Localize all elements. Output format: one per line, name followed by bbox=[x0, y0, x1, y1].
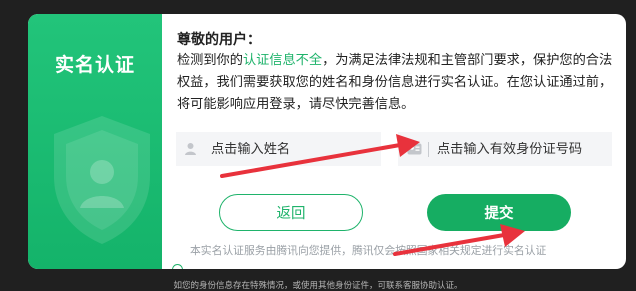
field-divider bbox=[428, 141, 429, 157]
submit-button[interactable]: 提交 bbox=[427, 194, 571, 231]
auth-description: 检测到你的认证信息不全，为满足法律法规和主管部门要求，保护您的合法权益，我们需要… bbox=[177, 50, 615, 116]
shield-user-icon bbox=[54, 116, 150, 244]
desc-prefix: 检测到你的 bbox=[177, 53, 243, 68]
id-number-input[interactable] bbox=[437, 141, 607, 157]
id-card-icon bbox=[406, 141, 422, 157]
name-input[interactable] bbox=[211, 141, 381, 157]
person-icon bbox=[184, 141, 197, 157]
id-field[interactable] bbox=[398, 132, 612, 166]
dialog-content: 尊敬的用户： 检测到你的认证信息不全，为满足法律法规和主管部门要求，保护您的合法… bbox=[162, 14, 626, 269]
dialog-side-panel: 实名认证 bbox=[28, 14, 162, 269]
name-field[interactable] bbox=[176, 132, 381, 166]
desc-highlight: 认证信息不全 bbox=[242, 53, 323, 68]
service-notice: 本实名认证服务由腾讯向您提供，腾讯仅会按照国家相关规定进行实名认证 bbox=[190, 244, 547, 257]
agreement-checkbox[interactable] bbox=[172, 264, 183, 269]
real-name-auth-dialog: 实名认证 尊敬的用户： 检测到你的认证信息不全，为满足法律法规和主管部门要求，保… bbox=[28, 14, 626, 269]
greeting-heading: 尊敬的用户： bbox=[177, 32, 261, 48]
back-button[interactable]: 返回 bbox=[219, 194, 363, 231]
dialog-title: 实名认证 bbox=[54, 54, 135, 76]
bottom-tip: 如您的身份信息存在特殊情况，或使用其他身份证件，可联系客服协助认证。 bbox=[173, 281, 463, 291]
